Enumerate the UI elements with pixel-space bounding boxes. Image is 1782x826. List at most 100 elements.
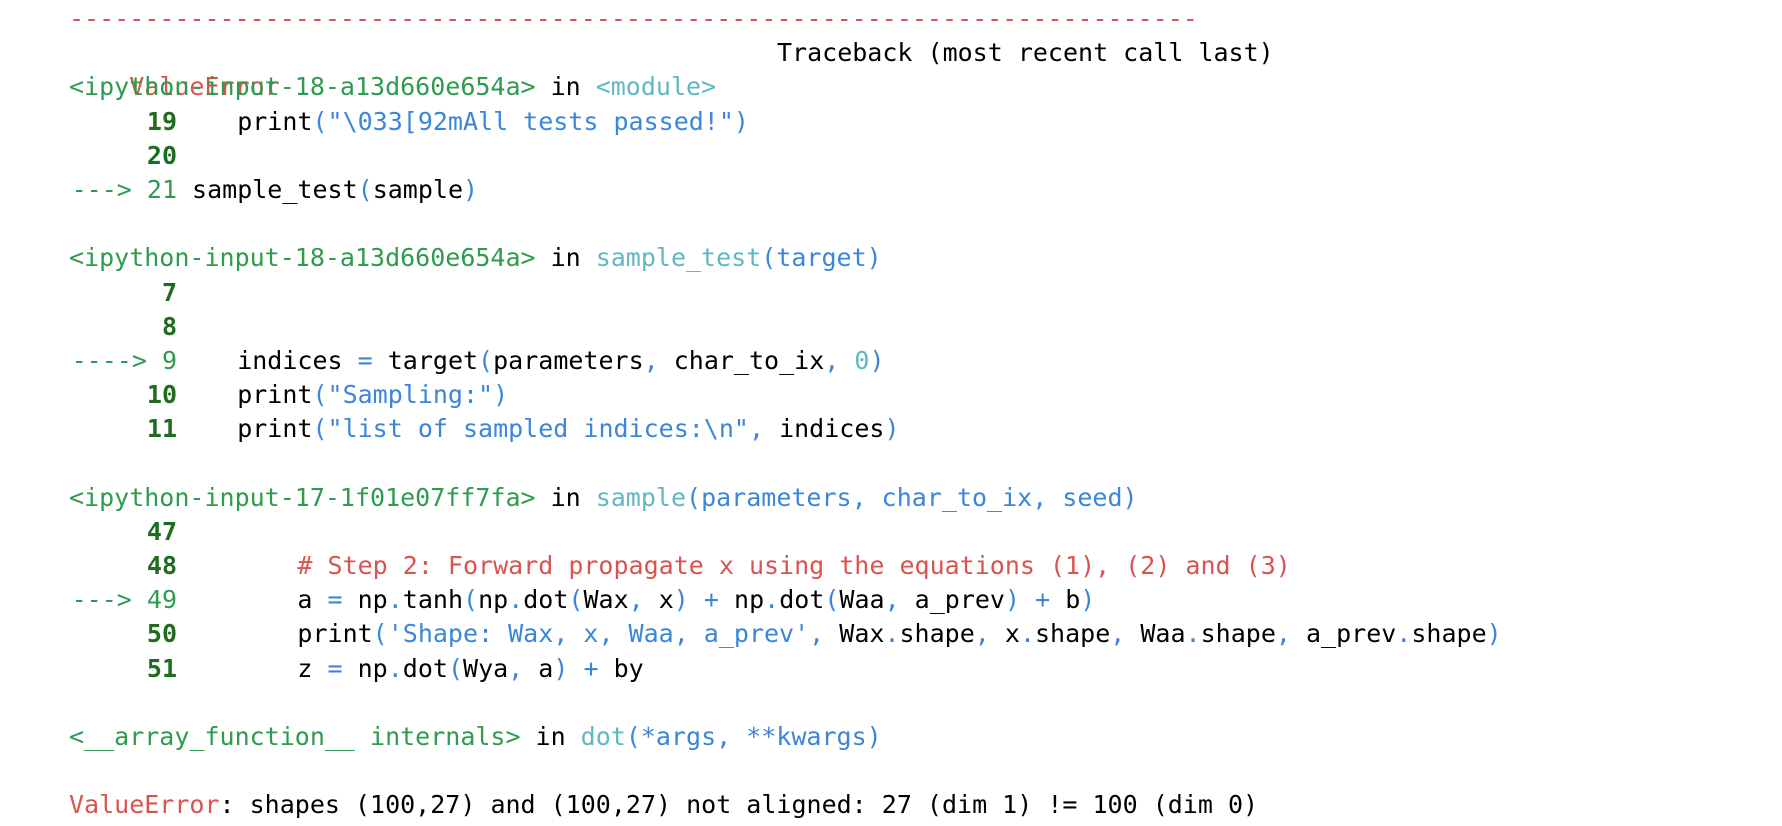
line-number: 19 bbox=[146, 106, 177, 136]
code-token: ) bbox=[869, 345, 885, 375]
line-number: 21 bbox=[146, 174, 177, 204]
line-number: 50 bbox=[146, 619, 177, 649]
code-token: ( bbox=[568, 585, 584, 615]
frame-in-word: in bbox=[550, 72, 581, 102]
code-token: = bbox=[357, 345, 373, 375]
code-token: shape bbox=[1035, 619, 1111, 649]
code-token: Wya bbox=[463, 653, 509, 683]
code-token: # Step 2: Forward propagate x using the … bbox=[177, 551, 1291, 580]
code-token: np bbox=[478, 585, 509, 615]
code-token: target bbox=[372, 345, 479, 375]
frame-header: <ipython-input-18-a13d660e654a> in <module… bbox=[69, 70, 1502, 104]
code-token: . bbox=[508, 585, 524, 615]
line-gutter: 8 bbox=[69, 310, 177, 344]
frame-function: sample_test bbox=[595, 243, 762, 273]
final-error-message: : shapes (100,27) and (100,27) not align… bbox=[219, 790, 1259, 820]
line-gutter: 10 bbox=[69, 378, 177, 412]
line-number: 8 bbox=[161, 311, 177, 341]
frame-params: (*args, **kwargs) bbox=[625, 721, 882, 751]
code-token: print bbox=[177, 380, 313, 410]
code-token: Waa bbox=[1125, 619, 1186, 649]
code-token: , bbox=[1275, 619, 1291, 649]
code-line: ----> 9 indices = target(parameters, cha… bbox=[69, 344, 1502, 378]
code-token: ( bbox=[463, 585, 479, 615]
code-token: . bbox=[387, 585, 403, 615]
line-gutter: ----> 9 bbox=[69, 344, 177, 378]
code-line: 10 print("Sampling:") bbox=[69, 378, 1502, 412]
code-line: 50 print('Shape: Wax, x, Waa, a_prev', W… bbox=[69, 617, 1502, 651]
frame-function: <module> bbox=[595, 72, 717, 102]
code-line: 11 print("list of sampled indices:\n", i… bbox=[69, 412, 1502, 446]
code-token: np bbox=[718, 585, 765, 615]
traceback-frames: <ipython-input-18-a13d660e654a> in <module… bbox=[69, 70, 1502, 754]
code-token: dot bbox=[402, 653, 448, 683]
code-line: 48 # Step 2: Forward propagate x using t… bbox=[69, 549, 1502, 583]
code-token: ) bbox=[1004, 585, 1021, 615]
code-token: x bbox=[989, 619, 1020, 649]
code-line: 47 bbox=[69, 515, 1502, 549]
frame-source: <ipython-input-18-a13d660e654a> bbox=[69, 243, 536, 273]
code-token: indices bbox=[764, 414, 885, 444]
code-token: a_prev bbox=[1290, 619, 1397, 649]
code-line: 19 print("\033[92mAll tests passed!") bbox=[69, 105, 1502, 139]
frame-in-word: in bbox=[535, 721, 566, 751]
final-error-name: ValueError bbox=[69, 790, 220, 820]
code-token: tanh bbox=[402, 585, 464, 615]
line-number: 7 bbox=[161, 277, 177, 307]
code-token: , bbox=[824, 345, 840, 375]
frame-header: <__array_function__ internals> in dot(*arg… bbox=[69, 720, 1502, 754]
code-token: sample_test bbox=[177, 174, 358, 204]
line-number: 51 bbox=[146, 653, 177, 683]
code-token: by bbox=[598, 653, 644, 683]
code-token: z bbox=[177, 653, 328, 683]
code-token: char_to_ix bbox=[658, 345, 825, 375]
line-number: 10 bbox=[146, 380, 177, 410]
line-gutter: 11 bbox=[69, 412, 177, 446]
code-token: , bbox=[508, 653, 524, 683]
frame-params: (target) bbox=[761, 243, 882, 273]
code-token: ("list of sampled indices:\n", bbox=[312, 414, 765, 444]
code-token: print bbox=[177, 619, 373, 649]
code-token: indices bbox=[177, 345, 358, 375]
code-token: shape bbox=[1411, 619, 1487, 649]
separator-line: ----------------------------------------… bbox=[69, 4, 1198, 33]
traceback-header-row: ValueError Traceback (most recent call l… bbox=[69, 36, 1502, 101]
code-token: a bbox=[523, 653, 554, 683]
code-token: dot bbox=[523, 585, 569, 615]
code-token: 0 bbox=[839, 345, 870, 375]
code-token: sample bbox=[372, 174, 463, 204]
code-token: ) bbox=[673, 585, 689, 615]
code-token: a bbox=[177, 585, 328, 615]
line-gutter: 48 bbox=[69, 549, 177, 583]
traceback-output: ----------------------------------------… bbox=[69, 2, 1502, 823]
code-token: ("\033[92mAll tests passed!") bbox=[312, 106, 749, 136]
code-token: , bbox=[974, 619, 990, 649]
line-gutter: ---> 21 bbox=[69, 173, 177, 207]
code-token: . bbox=[1185, 619, 1201, 649]
current-line-arrow: ----> bbox=[71, 345, 162, 375]
code-token: ( bbox=[478, 345, 494, 375]
code-token: + bbox=[1020, 585, 1051, 615]
code-token: parameters bbox=[493, 345, 644, 375]
line-number: 20 bbox=[146, 140, 177, 170]
code-token: dot bbox=[779, 585, 825, 615]
frame-in-word: in bbox=[550, 482, 581, 512]
line-gutter: 7 bbox=[69, 276, 177, 310]
final-error-line: ValueError: shapes (100,27) and (100,27)… bbox=[69, 788, 1502, 822]
line-number: 11 bbox=[146, 414, 177, 444]
code-line: 8 bbox=[69, 310, 1502, 344]
code-token: print bbox=[177, 106, 313, 136]
code-token: a_prev bbox=[899, 585, 1005, 615]
code-token: b bbox=[1050, 585, 1081, 615]
frame-source: <ipython-input-18-a13d660e654a> bbox=[69, 72, 536, 102]
code-token: Wax bbox=[824, 619, 885, 649]
code-token: + bbox=[568, 653, 599, 683]
code-token: np bbox=[342, 585, 388, 615]
traceback-header: Traceback (most recent call last) bbox=[777, 38, 1274, 68]
frame-params: (parameters, char_to_ix, seed) bbox=[686, 482, 1138, 512]
code-token: , bbox=[628, 585, 644, 615]
line-number: 48 bbox=[146, 551, 177, 580]
code-token: ("Sampling:") bbox=[312, 380, 509, 410]
